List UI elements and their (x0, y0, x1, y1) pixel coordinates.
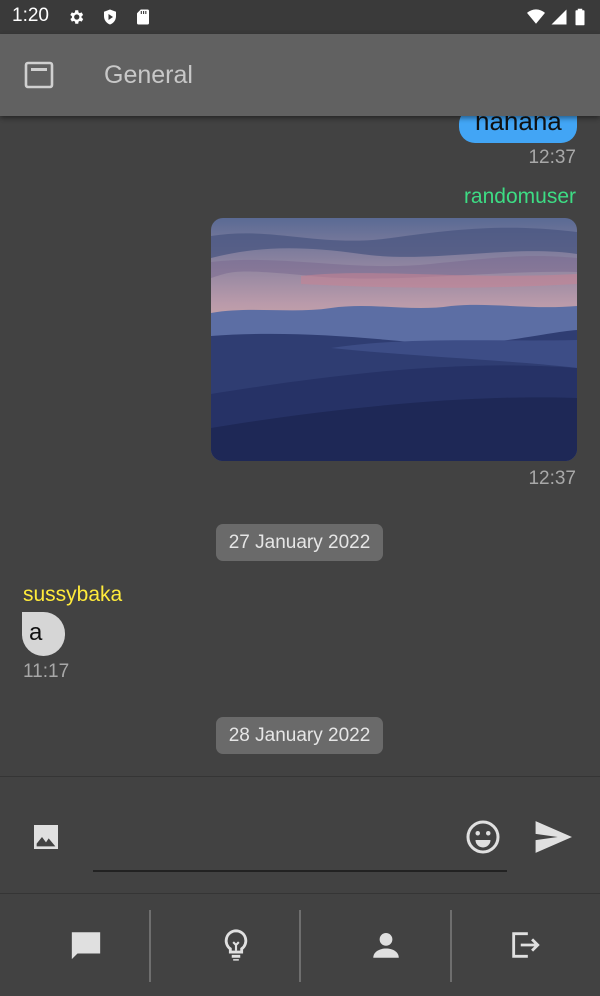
nav-divider (149, 910, 151, 982)
message-text: hahaha (475, 116, 562, 136)
date-separator: 28 January 2022 (216, 717, 383, 754)
message-time: 12:37 (528, 468, 576, 489)
message-composer (0, 776, 600, 894)
shield-play-icon (101, 8, 119, 26)
status-bar: 1:20 (0, 0, 600, 34)
channel-title: General (104, 61, 193, 89)
status-time: 1:20 (12, 5, 49, 26)
nav-chat-button[interactable] (11, 894, 161, 996)
nav-divider (299, 910, 301, 982)
message-text: a (29, 619, 43, 646)
logout-icon (512, 932, 540, 958)
nav-logout-button[interactable] (450, 894, 600, 996)
chat-messages[interactable]: hahaha 12:37 randomuser 12:37 27 January… (0, 116, 600, 776)
message-input[interactable] (93, 817, 507, 872)
signal-icon (550, 8, 568, 26)
date-separator: 27 January 2022 (216, 524, 383, 561)
image-icon[interactable] (30, 821, 62, 853)
sd-card-icon (134, 8, 152, 26)
send-icon[interactable] (534, 821, 572, 853)
person-icon (373, 932, 399, 958)
wifi-icon (525, 8, 547, 26)
bottom-navigation (0, 894, 600, 996)
lightbulb-icon (224, 929, 248, 961)
message-time: 11:17 (23, 661, 70, 682)
outgoing-message-bubble[interactable]: hahaha (459, 116, 577, 143)
app-bar: General (0, 34, 600, 116)
incoming-message-bubble[interactable]: a (22, 612, 65, 656)
message-image[interactable] (211, 218, 577, 461)
sender-name[interactable]: sussybaka (23, 583, 122, 607)
nav-profile-button[interactable] (311, 894, 461, 996)
chat-icon (71, 932, 101, 960)
nav-ideas-button[interactable] (161, 894, 311, 996)
window-icon[interactable] (24, 61, 54, 89)
emoji-icon[interactable] (465, 819, 501, 855)
sender-name[interactable]: randomuser (464, 185, 576, 209)
message-time: 12:37 (528, 147, 576, 168)
battery-icon (573, 8, 587, 26)
gear-icon (67, 8, 85, 26)
